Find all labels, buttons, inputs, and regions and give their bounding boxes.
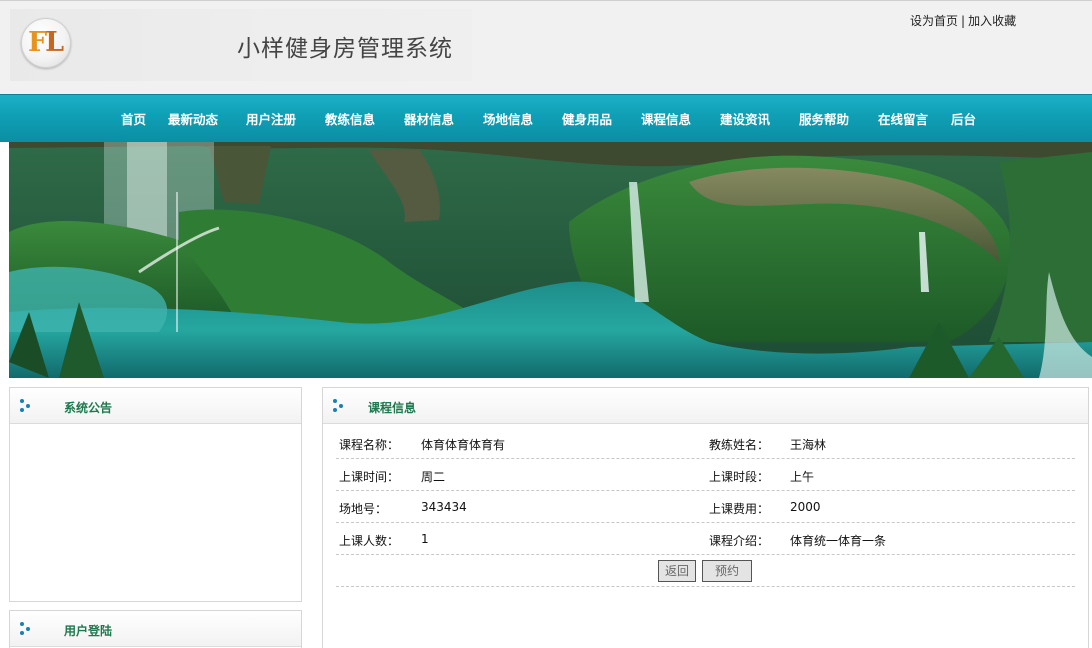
- site-title: 小样健身房管理系统: [237, 36, 453, 62]
- login-panel-header: 用户登陆: [10, 611, 301, 647]
- back-button[interactable]: 返回: [658, 560, 697, 582]
- logo-icon[interactable]: FL: [21, 18, 71, 68]
- label-course-intro: 课程介绍：: [709, 534, 770, 548]
- banner-landscape: [9, 142, 1092, 378]
- label-venue-no: 场地号：: [339, 502, 388, 516]
- banner-image: [9, 142, 1092, 378]
- announcement-panel-header: 系统公告: [10, 388, 301, 424]
- table-row: 上课人数： 1 课程介绍： 体育统一体育一条: [336, 523, 1075, 555]
- course-detail-table: 课程名称： 体育体育体育有 教练姓名： 王海林 上课时间： 周二 上课时段： 上…: [336, 427, 1075, 587]
- nav-item-help[interactable]: 服务帮助: [799, 109, 849, 128]
- set-homepage-link[interactable]: 设为首页: [910, 14, 958, 28]
- label-course-name: 课程名称：: [339, 438, 400, 452]
- announcement-panel: 系统公告: [9, 387, 302, 602]
- label-class-day: 上课时间：: [339, 470, 400, 484]
- login-title: 用户登陆: [64, 624, 113, 638]
- nav-item-register[interactable]: 用户注册: [246, 109, 296, 128]
- nav-item-coaches[interactable]: 教练信息: [325, 109, 375, 128]
- login-panel: 用户登陆: [9, 610, 302, 648]
- nav-item-home[interactable]: 首页: [121, 109, 146, 128]
- dots-icon: [333, 399, 345, 412]
- nav-item-equipment[interactable]: 器材信息: [404, 109, 454, 128]
- dots-icon: [20, 622, 32, 635]
- value-class-day: 周二: [421, 470, 446, 484]
- top-links: 设为首页 | 加入收藏: [910, 12, 1016, 29]
- nav-item-news[interactable]: 最新动态: [168, 109, 218, 128]
- label-coach-name: 教练姓名：: [709, 438, 770, 452]
- button-row: 返回 预约: [336, 555, 1075, 587]
- table-row: 课程名称： 体育体育体育有 教练姓名： 王海林: [336, 427, 1075, 459]
- announcement-title: 系统公告: [64, 401, 113, 415]
- table-row: 场地号： 343434 上课费用： 2000: [336, 491, 1075, 523]
- label-class-period: 上课时段：: [709, 470, 770, 484]
- announcement-body: [10, 424, 301, 602]
- logo-mark: FL: [28, 27, 64, 58]
- nav-item-venues[interactable]: 场地信息: [483, 109, 533, 128]
- course-panel-title: 课程信息: [368, 401, 417, 415]
- nav-item-courses[interactable]: 课程信息: [641, 109, 691, 128]
- nav-item-supplies[interactable]: 健身用品: [562, 109, 612, 128]
- value-coach-name: 王海林: [790, 438, 827, 452]
- label-class-size: 上课人数：: [339, 534, 400, 548]
- reserve-button[interactable]: 预约: [702, 560, 752, 582]
- course-panel-header: 课程信息: [323, 388, 1088, 424]
- nav-item-message[interactable]: 在线留言: [878, 109, 928, 128]
- label-class-fee: 上课费用：: [709, 502, 770, 516]
- value-venue-no: 343434: [421, 500, 467, 514]
- table-row: 上课时间： 周二 上课时段： 上午: [336, 459, 1075, 491]
- main-nav: 首页 最新动态 用户注册 教练信息 器材信息 场地信息 健身用品 课程信息 建设…: [0, 94, 1092, 142]
- add-favorite-link[interactable]: 加入收藏: [968, 14, 1016, 28]
- value-class-period: 上午: [790, 470, 815, 484]
- nav-item-admin[interactable]: 后台: [951, 109, 976, 128]
- site-header: FL 小样健身房管理系统 设为首页 | 加入收藏: [0, 0, 1092, 94]
- value-course-name: 体育体育体育有: [421, 438, 506, 452]
- link-separator: |: [961, 14, 966, 28]
- value-class-fee: 2000: [790, 500, 821, 514]
- value-course-intro: 体育统一体育一条: [790, 534, 887, 548]
- value-class-size: 1: [421, 532, 429, 546]
- dots-icon: [20, 399, 32, 412]
- nav-item-info[interactable]: 建设资讯: [720, 109, 770, 128]
